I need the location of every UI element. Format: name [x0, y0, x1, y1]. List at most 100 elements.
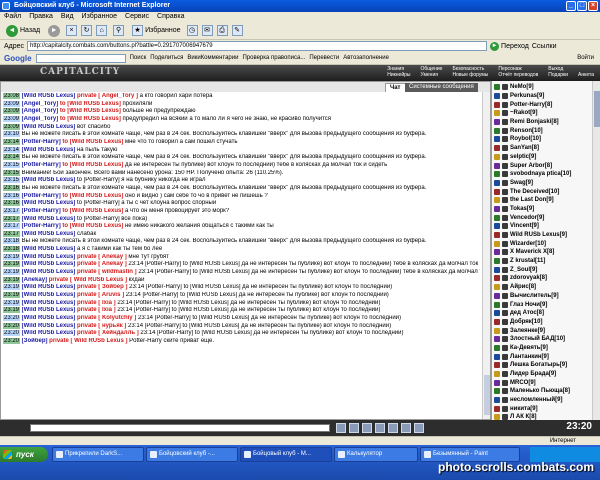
info-icon[interactable] — [502, 301, 508, 308]
user-list-item[interactable]: Глаз Ночи[9] — [494, 300, 592, 309]
info-icon[interactable] — [502, 336, 508, 343]
info-icon[interactable] — [502, 136, 508, 143]
message-time[interactable]: 23:19 — [3, 269, 21, 276]
clear-icon[interactable] — [349, 423, 359, 433]
info-icon[interactable] — [502, 119, 508, 126]
google-share-button[interactable]: Поделиться — [150, 55, 183, 61]
user-list-item[interactable]: svobodnaya ptica[10] — [494, 170, 592, 179]
message-recipient[interactable]: private [ нурьяк ] — [75, 323, 126, 329]
user-name[interactable]: Tokas[9] — [510, 206, 534, 212]
user-list-item[interactable]: Vencedor[9] — [494, 213, 592, 222]
user-list-item[interactable]: Remi Bonjaski[8] — [494, 118, 592, 127]
user-name[interactable]: ~Rakot[9] — [510, 110, 538, 116]
message-time[interactable]: 23:15 — [3, 169, 21, 176]
message-author[interactable]: [Wild RUSb Lexus] — [20, 93, 76, 99]
user-name[interactable]: zdorovyak[8] — [510, 275, 547, 281]
edit-icon[interactable]: ✎ — [231, 25, 243, 36]
user-list-item[interactable]: Айрис[8] — [494, 283, 592, 292]
user-list-item[interactable]: Roybol[10] — [494, 135, 592, 144]
refresh-icon[interactable]: ↻ — [81, 25, 93, 36]
info-icon[interactable] — [502, 379, 508, 386]
user-list-item[interactable]: дед Атос[8] — [494, 309, 592, 318]
info-icon[interactable] — [502, 127, 508, 134]
close-button[interactable]: × — [588, 1, 598, 11]
nav-nicknames[interactable]: Никнейры — [387, 72, 410, 78]
message-time[interactable]: 23:09 — [3, 115, 21, 122]
menu-help[interactable]: Справка — [157, 12, 184, 22]
user-list-item[interactable]: Маленько Пьюща[8] — [494, 387, 592, 396]
google-autofill-button[interactable]: Автозаполнение — [343, 55, 389, 61]
info-icon[interactable] — [502, 232, 508, 239]
message-time[interactable]: 23:14 — [3, 146, 21, 153]
history-icon[interactable]: ◷ — [186, 25, 198, 36]
message-author[interactable]: [Wild RUSb Lexus] — [20, 124, 76, 130]
message-recipient[interactable]: private [ Хейндалль ] — [75, 330, 139, 336]
message-author[interactable]: [Wild RUSb Lexus] — [20, 261, 76, 267]
info-icon[interactable] — [502, 405, 508, 412]
user-name[interactable]: X Maverick X[8] — [510, 249, 554, 255]
user-list-item[interactable]: Wizarder[10] — [494, 239, 592, 248]
message-author[interactable]: [Potter-Harry] — [20, 208, 61, 214]
info-icon[interactable] — [502, 397, 508, 404]
menu-view[interactable]: Вид — [61, 12, 74, 22]
info-icon[interactable] — [502, 292, 508, 299]
message-recipient[interactable]: to [Wild RUSb Lexus] — [61, 223, 123, 229]
menu-file[interactable]: Файл — [4, 12, 21, 22]
info-icon[interactable] — [502, 179, 508, 186]
message-author[interactable]: [Potter-Harry] — [20, 162, 61, 168]
user-name[interactable]: Ка-Девять[9] — [510, 345, 548, 351]
info-icon[interactable] — [502, 327, 508, 334]
user-name[interactable]: The Deceived[10] — [510, 189, 559, 195]
nav-reports[interactable]: Отчёт переводов — [498, 72, 538, 78]
user-name[interactable]: Лидер Брада[9] — [510, 371, 556, 377]
user-name[interactable]: несломленный[9] — [510, 397, 562, 403]
menu-tools[interactable]: Сервис — [125, 12, 149, 22]
user-name[interactable]: Глаз Ночи[9] — [510, 302, 547, 308]
user-name[interactable]: Залеянке[9] — [510, 328, 545, 334]
forward-button[interactable]: ► — [46, 24, 62, 38]
user-list-item[interactable]: Лидер Брада[9] — [494, 370, 592, 379]
message-time[interactable]: 23:14 — [3, 138, 21, 145]
refresh-chat-icon[interactable] — [414, 423, 424, 433]
message-author[interactable]: [Potter-Harry] — [20, 193, 61, 199]
message-author[interactable]: [Wild RUSb Lexus] — [20, 292, 76, 298]
user-name[interactable]: Z krustal[11] — [510, 258, 545, 264]
menu-edit[interactable]: Правка — [29, 12, 53, 22]
user-list-item[interactable]: NeMo[9] — [494, 83, 592, 92]
message-author[interactable]: [Wild RUSb Lexus] — [20, 323, 76, 329]
user-list-item[interactable]: Лантанкин[9] — [494, 352, 592, 361]
user-list-item[interactable]: zdorovyak[8] — [494, 274, 592, 283]
message-recipient[interactable]: private [ Anekay ] — [75, 261, 127, 267]
user-name[interactable]: Вычислитель[9] — [510, 293, 559, 299]
nav-skills[interactable]: Умения — [421, 72, 443, 78]
message-author[interactable]: [Wild RUSb Lexus] — [20, 200, 76, 206]
minimize-button[interactable]: _ — [566, 1, 576, 11]
google-wiki-button[interactable]: ВикиКомментарии — [187, 55, 238, 61]
info-icon[interactable] — [502, 258, 508, 265]
message-author[interactable]: [Wild RUSb Lexus] — [20, 315, 76, 321]
message-author[interactable]: [Potter-Harry] — [20, 223, 61, 229]
user-name[interactable]: Remi Bonjaski[8] — [510, 119, 559, 125]
message-time[interactable]: 23:09 — [3, 123, 21, 130]
user-list-scrollbar[interactable] — [592, 81, 600, 420]
info-icon[interactable] — [502, 110, 508, 117]
user-list-item[interactable]: Super Arbor[8] — [494, 161, 592, 170]
user-name[interactable]: Z_Soul[9] — [510, 267, 537, 273]
taskbar-item[interactable]: Бойцовый клуб - M... — [240, 447, 332, 462]
message-author[interactable]: [Wild RUSb Lexus] — [20, 330, 76, 336]
user-list-item[interactable]: selptic[9] — [494, 153, 592, 162]
nav-forums[interactable]: Новые форумы — [452, 72, 488, 78]
user-name[interactable]: MRCO[9] — [510, 380, 536, 386]
go-button[interactable]: ► Переход — [490, 41, 529, 51]
menu-favorites[interactable]: Избранное — [82, 12, 117, 22]
info-icon[interactable] — [502, 223, 508, 230]
message-author[interactable]: [Wild RUSb Lexus] — [20, 246, 76, 252]
message-author[interactable]: [Wild RUSb Lexus] — [20, 231, 76, 237]
user-list-item[interactable]: Z krustal[11] — [494, 257, 592, 266]
back-button[interactable]: ◄ Назад — [4, 24, 42, 38]
start-button[interactable]: пуск — [0, 447, 48, 462]
user-name[interactable]: никита[9] — [510, 406, 538, 412]
taskbar-item[interactable]: Прикрепили DarkS... — [52, 447, 144, 462]
message-author[interactable]: [Wild RUSb Lexus] — [20, 307, 76, 313]
info-icon[interactable] — [502, 318, 508, 325]
